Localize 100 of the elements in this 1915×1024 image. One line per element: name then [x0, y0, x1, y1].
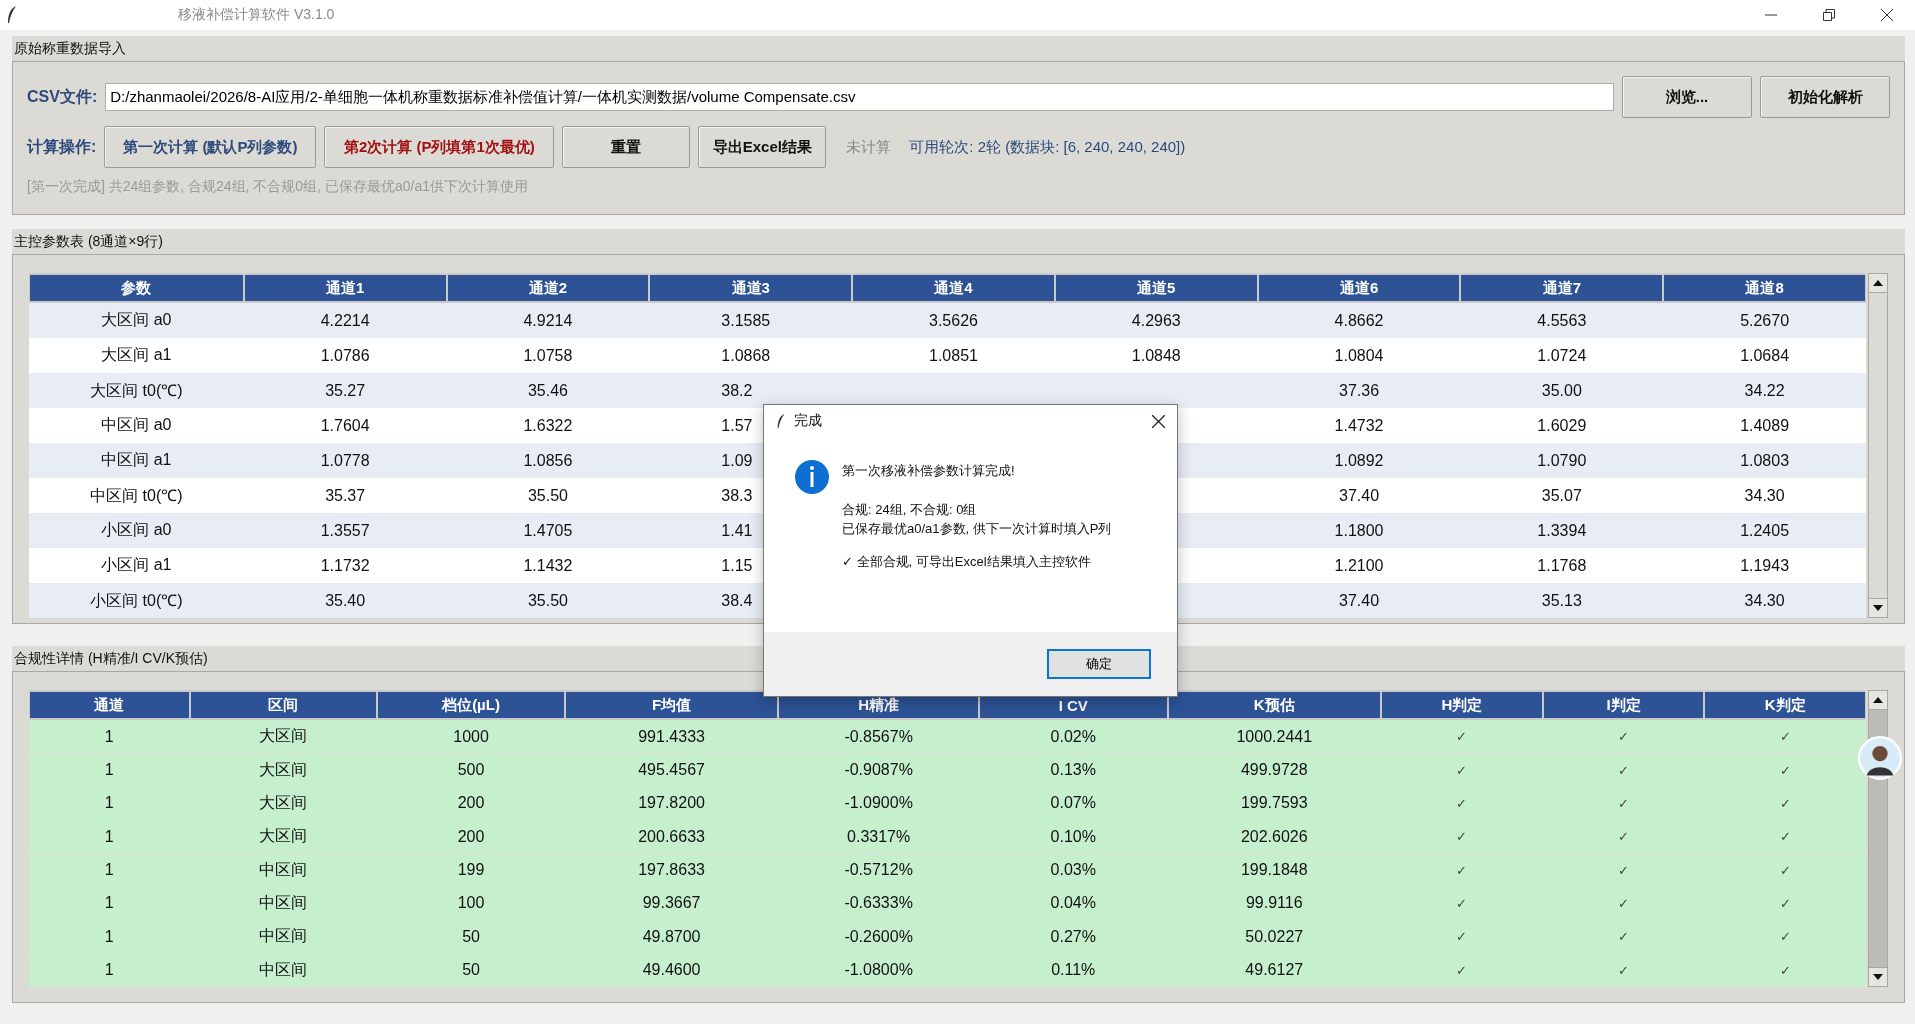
column-header[interactable]: 通道1 [243, 273, 447, 303]
column-header[interactable]: 档位(µL) [377, 690, 565, 720]
table-cell: 0.04% [978, 886, 1168, 920]
table-cell: 大区间 [189, 787, 378, 820]
window-title: 移液补偿计算软件 V3.1.0 [178, 6, 335, 24]
column-header[interactable]: K预估 [1167, 690, 1382, 720]
table-cell: 0.07% [978, 787, 1168, 820]
table-cell: 4.2214 [243, 303, 447, 338]
table-cell: 1000 [377, 720, 565, 754]
table-cell: 199.1848 [1167, 853, 1382, 887]
table-cell: 0.02% [978, 720, 1168, 754]
table-cell: 1.0778 [243, 443, 447, 478]
scroll-up-icon[interactable] [1873, 280, 1883, 286]
table-cell: 99.3667 [564, 886, 779, 920]
table-cell: 499.9728 [1167, 753, 1382, 787]
column-header[interactable]: I判定 [1542, 690, 1705, 720]
table-cell: -0.8567% [778, 720, 979, 754]
scroll-down-icon[interactable] [1873, 605, 1883, 611]
table-cell: 37.36 [1257, 373, 1461, 408]
export-button[interactable]: 导出Excel结果 [698, 126, 827, 168]
table-cell: 200 [377, 787, 565, 820]
table-cell: ✓ [1704, 820, 1866, 854]
column-header[interactable]: K判定 [1704, 690, 1866, 720]
table-cell: 202.6026 [1167, 820, 1382, 854]
column-header[interactable]: 区间 [189, 690, 378, 720]
table-cell: 大区间 a0 [29, 303, 244, 338]
table-cell: 99.9116 [1167, 886, 1382, 920]
column-header[interactable]: 通道4 [852, 273, 1055, 303]
table-cell: 4.5563 [1460, 303, 1664, 338]
column-header[interactable]: 通道8 [1663, 273, 1866, 303]
table-cell: 200.6633 [564, 820, 779, 854]
file-button[interactable]: 初始化解析 [1760, 76, 1890, 118]
scroll-up-icon[interactable] [1873, 697, 1883, 703]
table-cell: 5.2670 [1663, 303, 1866, 338]
table-cell: 50 [377, 953, 565, 987]
table-cell: 1 [29, 886, 190, 920]
table-cell: 1 [29, 720, 190, 754]
table-cell: 35.07 [1460, 478, 1664, 513]
table-cell: 4.8662 [1257, 303, 1461, 338]
table-cell: -1.0900% [778, 787, 979, 820]
file-path-field[interactable]: D:/zhanmaolei/2026/8-AI应用/2-单细胞一体机称重数据标准补偿值计算/一体机实测数据/volume Compensate.csv [105, 83, 1614, 111]
table-cell: ✓ [1704, 720, 1866, 754]
column-header[interactable]: 通道2 [446, 273, 650, 303]
table-cell: 3.5626 [852, 303, 1055, 338]
table-cell: 1.6322 [446, 408, 650, 443]
table-cell: ✓ [1381, 720, 1543, 754]
table-cell: 38.2 [649, 373, 853, 408]
table-cell: 1 [29, 853, 190, 887]
column-header[interactable]: 通道 [29, 690, 190, 720]
info-icon [794, 459, 830, 495]
column-header[interactable]: 通道5 [1054, 273, 1258, 303]
field-label: 计算操作: [27, 136, 97, 157]
table-cell: 50 [377, 920, 565, 954]
feather-icon [6, 5, 18, 25]
column-header[interactable]: F均值 [564, 690, 779, 720]
table-cell: 中区间 t0(℃) [29, 478, 244, 513]
table-cell: 1.0758 [446, 338, 650, 373]
table-cell: 4.2963 [1054, 303, 1258, 338]
table-cell: 1.3394 [1460, 513, 1664, 548]
table-cell: 1.1432 [446, 548, 650, 583]
table-cell: ✓ [1542, 787, 1705, 820]
file-button[interactable]: 浏览... [1622, 76, 1752, 118]
table-cell: 1.1943 [1663, 548, 1866, 583]
restore-icon[interactable] [1823, 9, 1835, 21]
table-cell: 1.1800 [1257, 513, 1461, 548]
table-cell: 199 [377, 853, 565, 887]
scrollbar[interactable] [1868, 273, 1888, 618]
table-cell: 1.7604 [243, 408, 447, 443]
column-header[interactable]: 通道7 [1460, 273, 1664, 303]
close-icon[interactable] [1152, 414, 1165, 428]
table-cell: 34.30 [1663, 478, 1866, 513]
table-cell: 1 [29, 920, 190, 954]
reset-button[interactable]: 重置 [562, 126, 691, 168]
close-icon[interactable] [1881, 9, 1893, 21]
table-cell: 37.40 [1257, 478, 1461, 513]
column-header[interactable]: 通道6 [1257, 273, 1461, 303]
table-cell: 197.8200 [564, 787, 779, 820]
ok-button[interactable]: 确定 [1047, 649, 1151, 679]
table-cell: ✓ [1381, 920, 1543, 954]
table-cell: ✓ [1381, 787, 1543, 820]
calculate-button[interactable]: 第2次计算 (P列填第1次最优) [324, 126, 555, 168]
table-cell: 中区间 a1 [29, 443, 244, 478]
table-cell: 中区间 [189, 953, 378, 987]
table-cell: 1.0856 [446, 443, 650, 478]
column-header[interactable]: 参数 [29, 273, 244, 303]
table-cell: 35.50 [446, 583, 650, 618]
calculate-button[interactable]: 第一次计算 (默认P列参数) [104, 126, 317, 168]
table-cell: -0.6333% [778, 886, 979, 920]
column-header[interactable]: H判定 [1381, 690, 1543, 720]
table-cell: ✓ [1542, 753, 1705, 787]
table-cell: 34.22 [1663, 373, 1866, 408]
table-cell: 199.7593 [1167, 787, 1382, 820]
table-cell: 1000.2441 [1167, 720, 1382, 754]
table-cell: ✓ [1704, 787, 1866, 820]
table-cell: 1.0892 [1257, 443, 1461, 478]
feather-icon [776, 412, 786, 430]
column-header[interactable]: 通道3 [649, 273, 853, 303]
table-cell: ✓ [1704, 753, 1866, 787]
table-cell: 大区间 a1 [29, 338, 244, 373]
scroll-down-icon[interactable] [1873, 974, 1883, 980]
